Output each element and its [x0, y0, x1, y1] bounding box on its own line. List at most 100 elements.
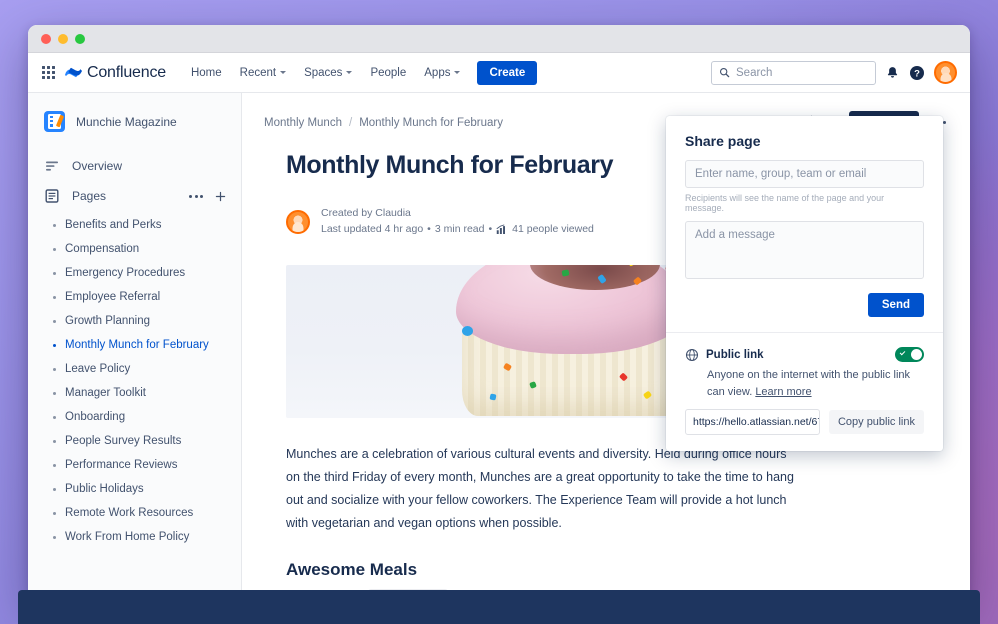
- chevron-down-icon: [280, 71, 287, 74]
- copy-public-link-button[interactable]: Copy public link: [828, 410, 924, 434]
- sidebar-page-item[interactable]: People Survey Results: [28, 429, 241, 453]
- public-link-toggle[interactable]: [895, 347, 924, 362]
- bullet-icon: [53, 271, 56, 275]
- help-icon[interactable]: ?: [909, 65, 925, 81]
- sidebar-page-item[interactable]: Performance Reviews: [28, 453, 241, 477]
- sidebar-page-item[interactable]: Remote Work Resources: [28, 501, 241, 525]
- meta-dot: •: [488, 222, 493, 235]
- sidebar-page-item[interactable]: Compensation: [28, 237, 241, 261]
- space-sidebar: Munchie Magazine Overview Pages Benefits…: [28, 93, 242, 603]
- notebook-icon: [44, 111, 65, 132]
- breadcrumb: Monthly Munch / Monthly Munch for Februa…: [264, 117, 503, 129]
- add-page-icon[interactable]: [214, 190, 227, 203]
- share-hint-text: Recipients will see the name of the page…: [685, 193, 885, 213]
- sidebar-page-item[interactable]: Manager Toolkit: [28, 381, 241, 405]
- sidebar-page-item[interactable]: Growth Planning: [28, 309, 241, 333]
- public-link-row: https://hello.atlassian.net/67 Copy publ…: [685, 409, 924, 435]
- nav-label: Apps: [424, 66, 451, 79]
- byline-text: Created by Claudia Last updated 4 hr ago…: [321, 206, 594, 238]
- nav-label: Recent: [239, 66, 277, 79]
- sidebar-overview-label: Overview: [72, 159, 123, 173]
- window-close-button[interactable]: [41, 33, 51, 44]
- global-nav-right: Search ?: [711, 60, 957, 85]
- sidebar-item-pages[interactable]: Pages: [28, 181, 241, 211]
- window-maximize-button[interactable]: [75, 33, 85, 44]
- share-recipient-input[interactable]: Enter name, group, team or email: [685, 160, 924, 188]
- breadcrumb-current[interactable]: Monthly Munch for February: [359, 117, 503, 129]
- browser-window: Confluence Home Recent Spaces People App…: [28, 25, 970, 603]
- share-page-dialog: Share page Enter name, group, team or em…: [666, 116, 943, 451]
- pages-icon: [45, 189, 59, 203]
- nav-item-apps[interactable]: Apps: [415, 62, 469, 84]
- sidebar-page-label: Employee Referral: [65, 291, 161, 303]
- app-switcher-icon[interactable]: [37, 62, 59, 84]
- share-dialog-top: Share page Enter name, group, team or em…: [666, 116, 943, 332]
- analytics-icon: [496, 224, 506, 235]
- create-button[interactable]: Create: [477, 60, 538, 85]
- sidebar-item-overview[interactable]: Overview: [28, 151, 241, 181]
- share-send-row: Send: [685, 293, 924, 317]
- sidebar-page-item[interactable]: Employee Referral: [28, 285, 241, 309]
- sidebar-pages-label: Pages: [72, 189, 107, 203]
- bullet-icon: [53, 535, 56, 539]
- meta-dot: •: [427, 222, 431, 235]
- notifications-icon[interactable]: [885, 65, 900, 80]
- author-avatar[interactable]: [286, 209, 310, 234]
- learn-more-link[interactable]: Learn more: [755, 386, 811, 398]
- nav-item-home[interactable]: Home: [182, 62, 231, 84]
- sidebar-page-item[interactable]: Public Holidays: [28, 477, 241, 501]
- sidebar-page-item[interactable]: Leave Policy: [28, 357, 241, 381]
- space-header[interactable]: Munchie Magazine: [28, 107, 241, 132]
- sidebar-page-label: Leave Policy: [65, 363, 131, 375]
- sidebar-page-label: Growth Planning: [65, 315, 151, 327]
- nav-links: Home Recent Spaces People Apps: [182, 62, 470, 84]
- bullet-icon: [53, 343, 56, 347]
- nav-item-recent[interactable]: Recent: [231, 62, 295, 84]
- sidebar-page-label: Work From Home Policy: [65, 531, 190, 543]
- sidebar-page-item[interactable]: Onboarding: [28, 405, 241, 429]
- user-avatar[interactable]: [934, 61, 957, 84]
- sidebar-page-item[interactable]: Emergency Procedures: [28, 261, 241, 285]
- bullet-icon: [53, 391, 56, 395]
- svg-text:?: ?: [914, 68, 920, 79]
- send-button[interactable]: Send: [867, 293, 924, 317]
- toggle-knob: [911, 349, 922, 360]
- sidebar-page-label: Manager Toolkit: [65, 387, 146, 399]
- confluence-logo-icon: [65, 67, 82, 78]
- search-input[interactable]: Search: [711, 60, 876, 85]
- nav-item-people[interactable]: People: [361, 62, 415, 84]
- sidebar-page-item[interactable]: Work From Home Policy: [28, 525, 241, 549]
- window-titlebar: [28, 25, 970, 53]
- breadcrumb-separator: /: [348, 116, 353, 129]
- sidebar-page-label: Public Holidays: [65, 483, 144, 495]
- confluence-home-link[interactable]: Confluence: [65, 64, 166, 82]
- check-icon: [899, 349, 905, 355]
- public-link-input[interactable]: https://hello.atlassian.net/67: [685, 409, 820, 435]
- pages-actions: [187, 190, 227, 203]
- pages-more-icon[interactable]: [187, 191, 205, 202]
- search-placeholder: Search: [736, 66, 773, 79]
- created-by: Created by Claudia: [321, 207, 411, 219]
- intro-paragraph: Munches are a celebration of various cul…: [286, 446, 794, 530]
- globe-icon: [685, 348, 699, 361]
- bullet-icon: [53, 439, 56, 443]
- public-link-title: Public link: [706, 348, 764, 361]
- window-minimize-button[interactable]: [58, 33, 68, 44]
- share-message-textarea[interactable]: Add a message: [685, 221, 924, 279]
- share-message-placeholder: Add a message: [695, 229, 775, 241]
- sidebar-page-item[interactable]: Benefits and Perks: [28, 213, 241, 237]
- public-link-description: Anyone on the internet with the public l…: [685, 367, 924, 400]
- bullet-icon: [53, 511, 56, 515]
- bullet-icon: [53, 223, 56, 227]
- nav-label: People: [370, 66, 407, 79]
- breadcrumb-parent[interactable]: Monthly Munch: [264, 117, 342, 129]
- sidebar-page-item[interactable]: Monthly Munch for February: [28, 333, 241, 357]
- global-navigation: Confluence Home Recent Spaces People App…: [28, 53, 970, 93]
- bullet-icon: [53, 319, 56, 323]
- brand-name: Confluence: [87, 63, 166, 81]
- public-link-value: https://hello.atlassian.net/67: [693, 416, 820, 428]
- sidebar-page-label: Emergency Procedures: [65, 267, 186, 279]
- public-link-header: Public link: [685, 347, 924, 362]
- last-updated: Last updated 4 hr ago: [321, 222, 424, 235]
- nav-item-spaces[interactable]: Spaces: [295, 62, 361, 84]
